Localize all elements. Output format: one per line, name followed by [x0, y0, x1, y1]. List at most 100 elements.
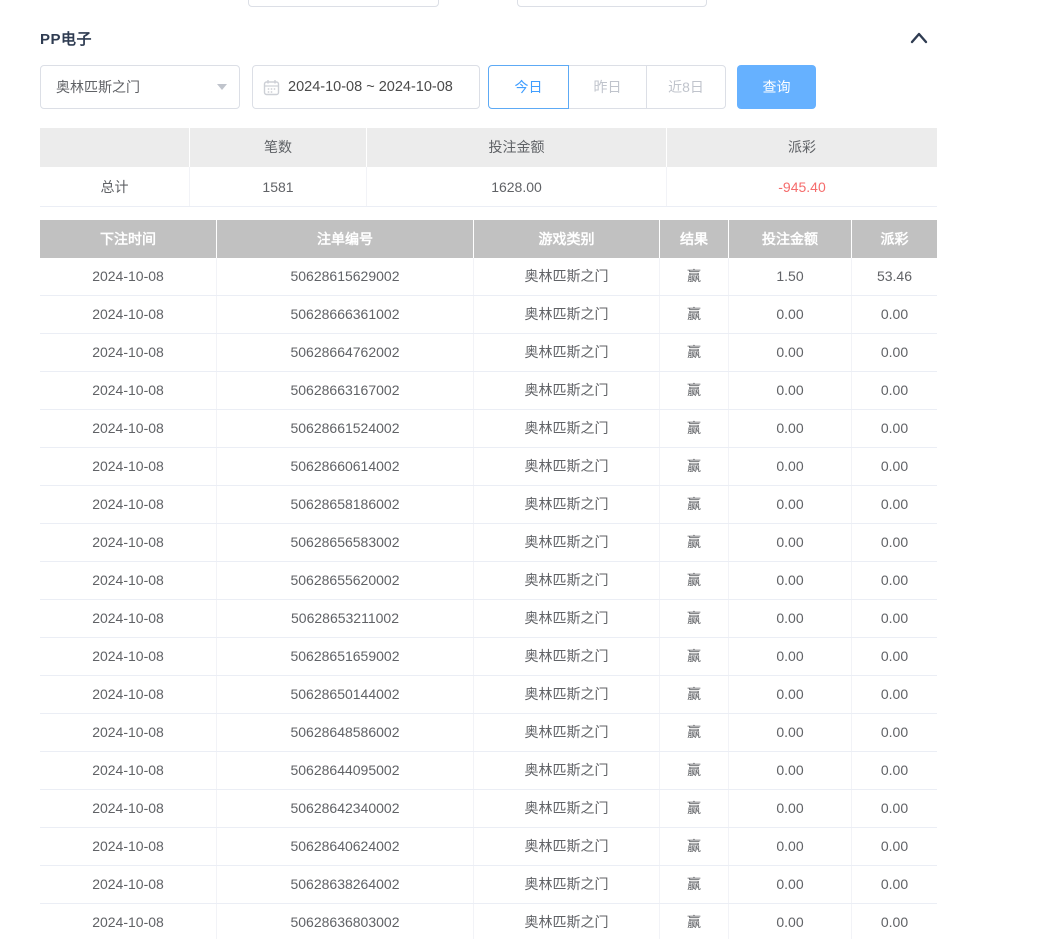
quick-button-yesterday[interactable]: 昨日 [568, 65, 647, 109]
table-row: 2024-10-0850628644095002奥林匹斯之门赢0.000.00 [40, 752, 937, 790]
table-row: 2024-10-0850628636803002奥林匹斯之门赢0.000.00 [40, 904, 937, 939]
cell-game-type: 奥林匹斯之门 [474, 638, 660, 675]
cell-bet-amount: 0.00 [729, 676, 852, 713]
cell-bet-amount: 0.00 [729, 410, 852, 447]
cell-bet-time: 2024-10-08 [40, 904, 217, 939]
cell-bet-id: 50628664762002 [217, 334, 474, 371]
cell-payout: 0.00 [852, 334, 937, 371]
cell-result: 赢 [660, 486, 729, 523]
summary-header-bet-amount: 投注金额 [367, 128, 667, 167]
col-header-result: 结果 [660, 220, 729, 258]
cell-bet-time: 2024-10-08 [40, 296, 217, 333]
cell-game-type: 奥林匹斯之门 [474, 372, 660, 409]
table-row: 2024-10-0850628656583002奥林匹斯之门赢0.000.00 [40, 524, 937, 562]
cell-bet-time: 2024-10-08 [40, 676, 217, 713]
table-row: 2024-10-0850628658186002奥林匹斯之门赢0.000.00 [40, 486, 937, 524]
calendar-icon [263, 79, 280, 96]
summary-header-count: 笔数 [190, 128, 367, 167]
cell-game-type: 奥林匹斯之门 [474, 904, 660, 939]
table-row: 2024-10-0850628663167002奥林匹斯之门赢0.000.00 [40, 372, 937, 410]
cell-result: 赢 [660, 904, 729, 939]
quick-button-last-8-days[interactable]: 近8日 [646, 65, 726, 109]
cell-bet-id: 50628636803002 [217, 904, 474, 939]
table-row: 2024-10-0850628651659002奥林匹斯之门赢0.000.00 [40, 638, 937, 676]
cell-payout: 0.00 [852, 448, 937, 485]
cell-game-type: 奥林匹斯之门 [474, 600, 660, 637]
page: PP电子 奥林匹斯之门 2024-10-08 ~ 2024-10-08 今日昨日… [0, 0, 1057, 939]
cell-bet-amount: 0.00 [729, 904, 852, 939]
query-button[interactable]: 查询 [737, 65, 816, 109]
cell-bet-time: 2024-10-08 [40, 524, 217, 561]
col-header-payout: 派彩 [852, 220, 937, 258]
cell-result: 赢 [660, 638, 729, 675]
cell-payout: 0.00 [852, 486, 937, 523]
cell-bet-amount: 0.00 [729, 372, 852, 409]
cell-payout: 0.00 [852, 714, 937, 751]
game-select-value: 奥林匹斯之门 [56, 77, 217, 97]
cell-game-type: 奥林匹斯之门 [474, 866, 660, 903]
date-range-picker[interactable]: 2024-10-08 ~ 2024-10-08 [252, 65, 480, 109]
cell-bet-id: 50628653211002 [217, 600, 474, 637]
bet-records-table: 下注时间注单编号游戏类别结果投注金额派彩 2024-10-08506286156… [40, 220, 937, 939]
cell-bet-time: 2024-10-08 [40, 334, 217, 371]
cell-game-type: 奥林匹斯之门 [474, 790, 660, 827]
cell-payout: 0.00 [852, 600, 937, 637]
summary-total-row: 总计 1581 1628.00 -945.40 [40, 167, 937, 207]
cell-bet-amount: 0.00 [729, 334, 852, 371]
table-row: 2024-10-0850628661524002奥林匹斯之门赢0.000.00 [40, 410, 937, 448]
cell-result: 赢 [660, 372, 729, 409]
cell-bet-time: 2024-10-08 [40, 600, 217, 637]
section-title: PP电子 [40, 28, 92, 49]
cell-result: 赢 [660, 866, 729, 903]
cell-bet-id: 50628658186002 [217, 486, 474, 523]
table-row: 2024-10-0850628666361002奥林匹斯之门赢0.000.00 [40, 296, 937, 334]
cell-bet-time: 2024-10-08 [40, 714, 217, 751]
cell-bet-amount: 0.00 [729, 448, 852, 485]
cell-bet-id: 50628615629002 [217, 258, 474, 295]
table-row: 2024-10-0850628653211002奥林匹斯之门赢0.000.00 [40, 600, 937, 638]
cell-bet-amount: 1.50 [729, 258, 852, 295]
cell-bet-amount: 0.00 [729, 524, 852, 561]
table-row: 2024-10-0850628664762002奥林匹斯之门赢0.000.00 [40, 334, 937, 372]
cell-game-type: 奥林匹斯之门 [474, 562, 660, 599]
cell-payout: 0.00 [852, 828, 937, 865]
table-row: 2024-10-0850628642340002奥林匹斯之门赢0.000.00 [40, 790, 937, 828]
cell-game-type: 奥林匹斯之门 [474, 524, 660, 561]
summary-table: 笔数 投注金额 派彩 总计 1581 1628.00 -945.40 [40, 128, 937, 207]
cropped-input-left[interactable] [248, 0, 439, 7]
quick-button-today[interactable]: 今日 [488, 65, 569, 109]
cell-bet-id: 50628660614002 [217, 448, 474, 485]
table-row: 2024-10-0850628650144002奥林匹斯之门赢0.000.00 [40, 676, 937, 714]
col-header-game-type: 游戏类别 [474, 220, 660, 258]
game-select[interactable]: 奥林匹斯之门 [40, 65, 240, 109]
chevron-down-icon [217, 84, 227, 90]
quick-date-button-group: 今日昨日近8日 [488, 65, 726, 109]
table-row: 2024-10-0850628615629002奥林匹斯之门赢1.5053.46 [40, 258, 937, 296]
cell-game-type: 奥林匹斯之门 [474, 448, 660, 485]
collapse-section-button[interactable] [906, 26, 932, 50]
cell-bet-amount: 0.00 [729, 638, 852, 675]
cell-bet-time: 2024-10-08 [40, 790, 217, 827]
cell-bet-time: 2024-10-08 [40, 372, 217, 409]
cell-bet-time: 2024-10-08 [40, 258, 217, 295]
cell-bet-time: 2024-10-08 [40, 448, 217, 485]
cell-bet-amount: 0.00 [729, 790, 852, 827]
cell-payout: 0.00 [852, 562, 937, 599]
cell-payout: 53.46 [852, 258, 937, 295]
summary-table-header: 笔数 投注金额 派彩 [40, 128, 937, 167]
col-header-bet-time: 下注时间 [40, 220, 217, 258]
col-header-bet-id: 注单编号 [217, 220, 474, 258]
table-row: 2024-10-0850628655620002奥林匹斯之门赢0.000.00 [40, 562, 937, 600]
cropped-input-right[interactable] [517, 0, 707, 7]
cell-payout: 0.00 [852, 676, 937, 713]
summary-header-blank [40, 128, 190, 167]
cell-result: 赢 [660, 828, 729, 865]
table-row: 2024-10-0850628648586002奥林匹斯之门赢0.000.00 [40, 714, 937, 752]
cell-bet-id: 50628648586002 [217, 714, 474, 751]
cell-bet-amount: 0.00 [729, 866, 852, 903]
cell-bet-id: 50628656583002 [217, 524, 474, 561]
cell-payout: 0.00 [852, 296, 937, 333]
table-row: 2024-10-0850628660614002奥林匹斯之门赢0.000.00 [40, 448, 937, 486]
table-row: 2024-10-0850628640624002奥林匹斯之门赢0.000.00 [40, 828, 937, 866]
bet-records-table-body: 2024-10-0850628615629002奥林匹斯之门赢1.5053.46… [40, 258, 937, 939]
